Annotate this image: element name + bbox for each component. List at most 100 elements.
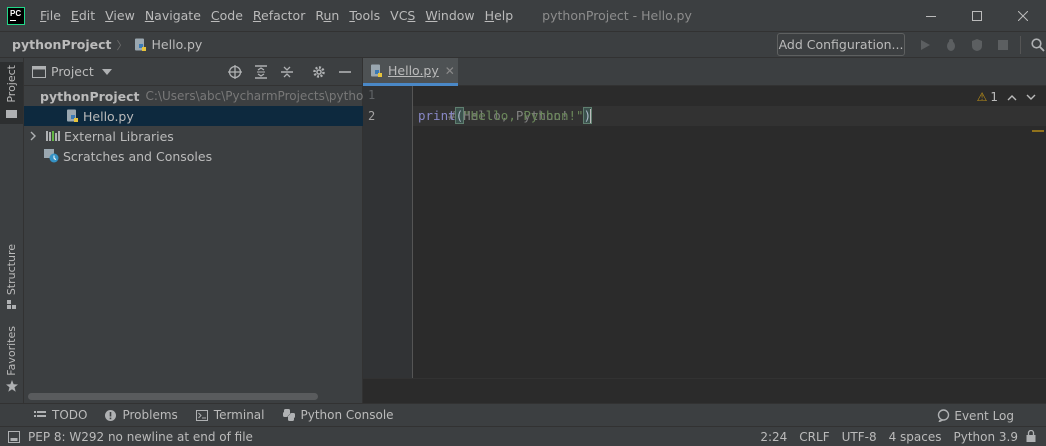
line-separator[interactable]: CRLF (799, 430, 829, 444)
hide-panel-button[interactable] (332, 58, 358, 86)
project-tool-window: Project pythonProject C:\Users\abc\Pycha… (24, 58, 363, 403)
tree-item-root[interactable]: pythonProject C:\Users\abc\PycharmProjec… (24, 86, 363, 106)
menu-item[interactable]: Help (480, 0, 519, 31)
file-encoding[interactable]: UTF-8 (842, 430, 877, 444)
error-stripe-mark[interactable] (1032, 130, 1044, 132)
problems-tool-button[interactable]: Problems (105, 408, 178, 422)
chevron-up-icon[interactable] (1007, 91, 1017, 104)
python-console-tool-button[interactable]: Python Console (282, 408, 394, 422)
window-controls (908, 0, 1046, 31)
event-log-tool-button[interactable]: Event Log (937, 404, 1014, 427)
minimize-panel-icon (339, 71, 351, 73)
status-message[interactable]: PEP 8: W292 no newline at end of file (8, 430, 253, 444)
project-panel-header: Project (24, 58, 362, 86)
tree-item-scratches[interactable]: Scratches and Consoles (24, 146, 363, 166)
editor-tab-bar: Hello.py ✕ (363, 58, 1046, 86)
add-configuration-button[interactable]: Add Configuration... (777, 33, 905, 56)
caret-position[interactable]: 2:24 (760, 430, 787, 444)
left-tool-stripe: Project Structure Favorites (0, 58, 24, 403)
locate-file-button[interactable] (222, 58, 248, 86)
stop-button[interactable] (990, 32, 1016, 57)
breadcrumb-file[interactable]: Hello.py (134, 37, 202, 52)
code-editor[interactable]: # Hello, Python! print("Hello, Python!")… (413, 86, 1046, 378)
line-number: 1 (368, 88, 376, 102)
chevron-right-icon[interactable] (28, 131, 38, 141)
menu-item[interactable]: Edit (66, 0, 100, 31)
maximize-button[interactable] (954, 0, 1000, 31)
editor-gutter: 1 2 (363, 86, 413, 378)
structure-icon (7, 300, 16, 310)
search-icon (1031, 37, 1045, 52)
scratches-icon (44, 149, 59, 163)
tree-item-file[interactable]: Hello.py (24, 106, 363, 126)
inspection-widget[interactable]: ⚠ 1 (977, 90, 1036, 104)
tree-item-external-libraries[interactable]: External Libraries (24, 126, 363, 146)
library-icon (46, 131, 60, 141)
list-icon (34, 411, 46, 417)
line-number: 2 (368, 109, 376, 123)
project-view-selector[interactable]: Project (32, 64, 112, 79)
menu-item[interactable]: Tools (344, 0, 385, 31)
close-window-button[interactable] (1000, 0, 1046, 31)
toggle-tool-windows-icon[interactable] (8, 430, 20, 443)
event-log-icon (938, 409, 950, 422)
close-tab-icon[interactable]: ✕ (445, 64, 455, 78)
editor-empty-area (363, 378, 1046, 403)
status-bar: PEP 8: W292 no newline at end of file 2:… (0, 426, 1046, 446)
python-console-icon (282, 409, 295, 421)
search-everywhere-button[interactable] (1025, 32, 1046, 57)
text-caret (590, 109, 593, 124)
breadcrumb-separator: 〉 (116, 38, 128, 52)
menu-item[interactable]: File (35, 0, 66, 31)
expand-all-icon (255, 65, 267, 79)
main-menu: File Edit View Navigate Code Refactor Run Tools… (35, 0, 518, 31)
chevron-down-icon[interactable] (1026, 91, 1036, 104)
menu-item[interactable]: Navigate (140, 0, 206, 31)
collapse-all-button[interactable] (274, 58, 300, 86)
menu-item[interactable]: VCS (385, 0, 420, 31)
menu-item[interactable]: View (100, 0, 140, 31)
title-bar: PC File Edit View Navigate Code Refactor Run To… (0, 0, 1046, 31)
stop-icon (998, 39, 1008, 50)
toolbar-divider (1020, 35, 1021, 54)
star-icon (5, 379, 18, 392)
window-title: pythonProject - Hello.py (542, 8, 692, 23)
status-widgets: 2:24 CRLF UTF-8 4 spaces Python 3.9 (754, 427, 1046, 446)
collapse-all-icon (281, 66, 293, 78)
python-file-icon (134, 38, 146, 51)
editor-tab-hello[interactable]: Hello.py ✕ (363, 58, 458, 86)
panel-settings-button[interactable] (306, 58, 332, 86)
expand-all-button[interactable] (248, 58, 274, 86)
project-tool-tab[interactable]: Project (0, 62, 23, 124)
project-tree: pythonProject C:\Users\abc\PycharmProjec… (24, 86, 363, 166)
lock-icon[interactable] (1026, 429, 1036, 445)
info-icon (105, 409, 117, 421)
menu-item[interactable]: Refactor (248, 0, 310, 31)
python-file-icon (67, 109, 78, 122)
menu-item[interactable]: Window (420, 0, 479, 31)
menu-item[interactable]: Run (310, 0, 344, 31)
crosshair-icon (228, 65, 242, 79)
indent-setting[interactable]: 4 spaces (889, 430, 942, 444)
project-window-icon (32, 65, 46, 78)
todo-tool-button[interactable]: TODO (34, 408, 87, 422)
structure-tool-tab[interactable]: Structure (0, 244, 23, 310)
close-icon (1018, 10, 1028, 21)
favorites-tool-tab[interactable]: Favorites (0, 326, 23, 394)
debug-icon (947, 38, 955, 51)
python-file-icon (371, 64, 382, 77)
minimize-button[interactable] (908, 0, 954, 31)
coverage-button[interactable] (964, 32, 990, 57)
horizontal-scrollbar[interactable] (28, 393, 318, 400)
python-interpreter[interactable]: Python 3.9 (954, 430, 1019, 444)
terminal-tool-button[interactable]: Terminal (195, 408, 265, 422)
maximize-icon (972, 10, 982, 21)
gear-icon (313, 66, 325, 78)
folder-icon (5, 109, 17, 118)
run-icon (921, 39, 930, 50)
breadcrumb-project[interactable]: pythonProject (12, 37, 112, 52)
run-button[interactable] (912, 32, 938, 57)
code-line: print("Hello, Python!") (418, 107, 593, 124)
debug-button[interactable] (938, 32, 964, 57)
menu-item[interactable]: Code (206, 0, 248, 31)
